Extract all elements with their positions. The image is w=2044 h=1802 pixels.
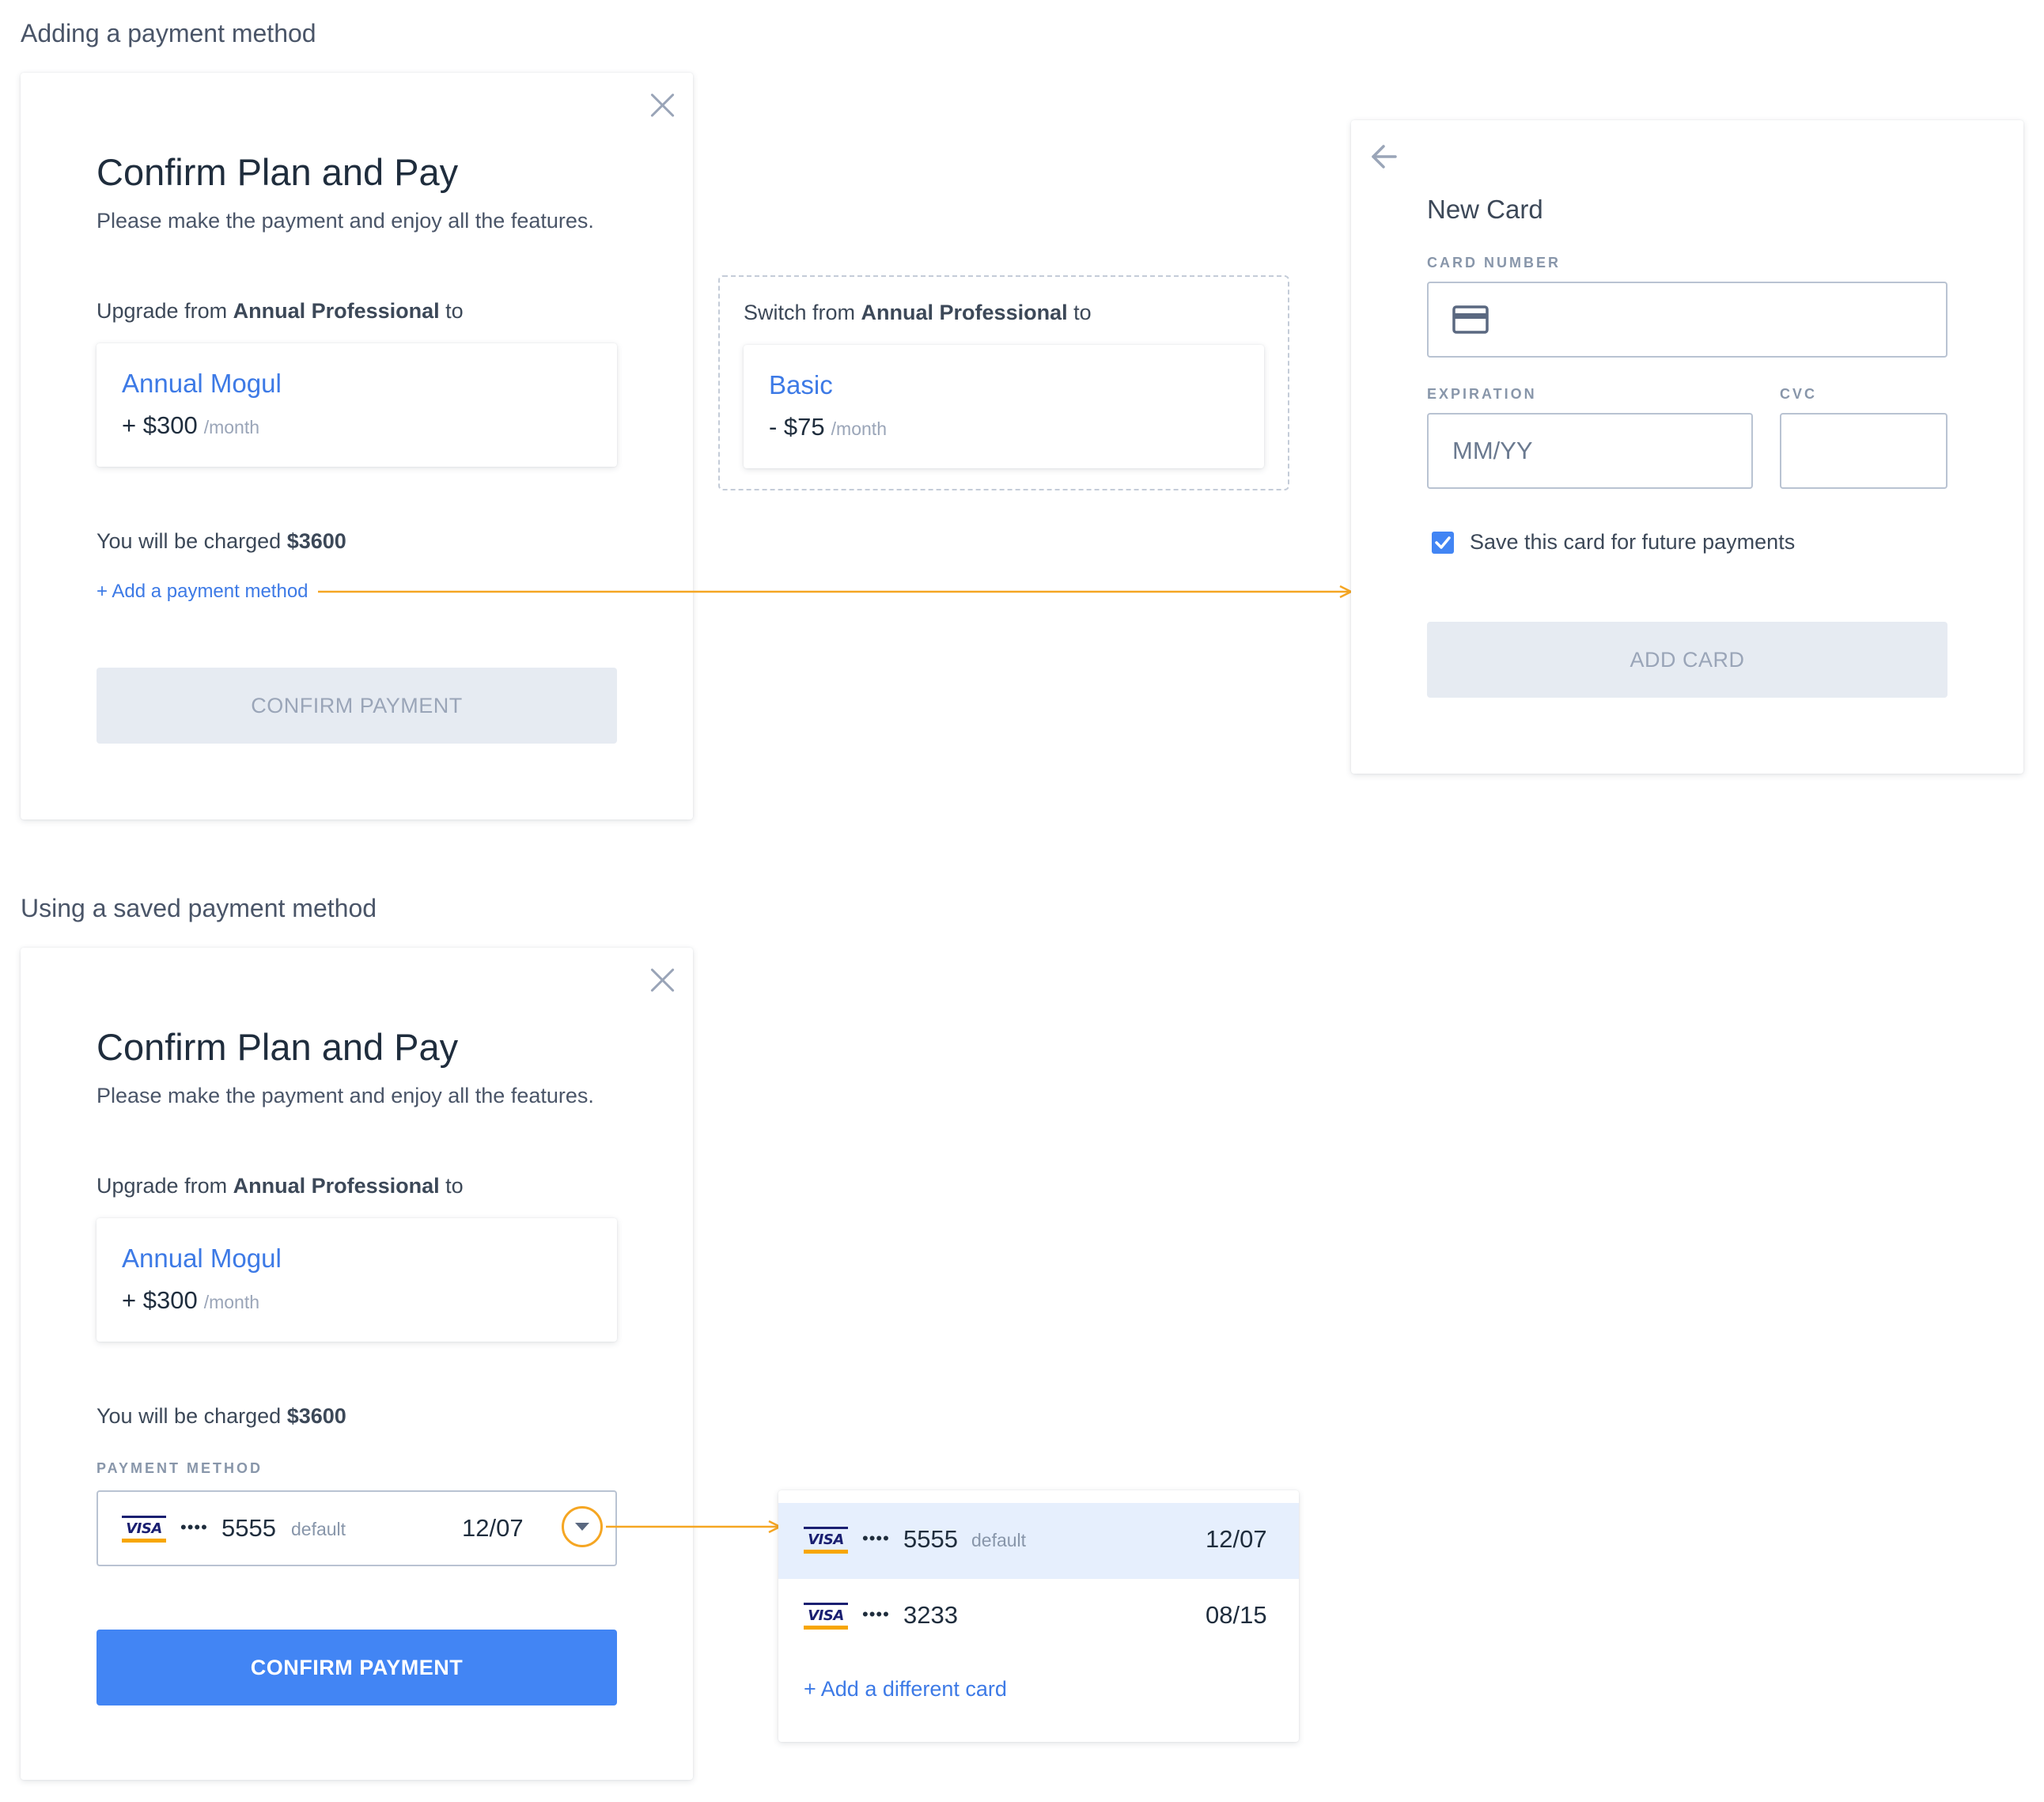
- card-last4: 5555: [903, 1525, 958, 1553]
- dropdown-toggle[interactable]: [562, 1506, 603, 1547]
- section-title-saved: Using a saved payment method: [21, 894, 377, 922]
- card-last4: 3233: [903, 1601, 958, 1629]
- charge-summary: You will be charged $3600: [97, 1404, 346, 1428]
- target-plan-card[interactable]: Annual Mogul + $300/month: [97, 343, 617, 467]
- flow-arrow-dropdown: [606, 1520, 782, 1534]
- card-mask-dots: ••••: [180, 1517, 208, 1537]
- plan-price: + $300/month: [122, 1286, 260, 1314]
- visa-icon: VISA: [122, 1516, 166, 1543]
- target-plan-card[interactable]: Annual Mogul + $300/month: [97, 1218, 617, 1342]
- saved-card-row[interactable]: VISA •••• 3233 08/15: [778, 1579, 1299, 1655]
- switch-plan-option: Switch from Annual Professional to Basic…: [718, 275, 1289, 490]
- plan-price: - $75/month: [769, 413, 887, 441]
- dialog-subtitle: Please make the payment and enjoy all th…: [97, 209, 594, 233]
- new-card-title: New Card: [1427, 195, 1543, 224]
- saved-card-row[interactable]: VISA •••• 5555 default 12/07: [778, 1503, 1299, 1579]
- card-last4: 5555: [221, 1514, 276, 1542]
- plan-name: Annual Mogul: [122, 369, 282, 398]
- back-arrow-icon[interactable]: [1368, 141, 1400, 172]
- basic-plan-card[interactable]: Basic - $75/month: [744, 345, 1264, 468]
- cvc-label: CVC: [1780, 386, 1818, 402]
- default-badge: default: [291, 1519, 346, 1539]
- checkmark-icon: [1435, 536, 1451, 549]
- add-different-card-link[interactable]: + Add a different card: [804, 1677, 1007, 1702]
- plan-name: Annual Mogul: [122, 1244, 282, 1273]
- dialog-title: Confirm Plan and Pay: [97, 1026, 459, 1068]
- payment-method-select[interactable]: VISA •••• 5555 default 12/07: [97, 1490, 617, 1566]
- card-expiration: 08/15: [1206, 1601, 1267, 1629]
- save-card-checkbox[interactable]: [1432, 532, 1454, 554]
- charge-summary: You will be charged $3600: [97, 529, 346, 553]
- confirm-payment-button-disabled[interactable]: CONFIRM PAYMENT: [97, 668, 617, 744]
- saved-cards-dropdown: VISA •••• 5555 default 12/07 VISA •••• 3…: [778, 1490, 1299, 1742]
- add-payment-method-link[interactable]: + Add a payment method: [97, 581, 308, 603]
- close-icon[interactable]: [649, 92, 676, 119]
- add-card-button[interactable]: ADD CARD: [1427, 622, 1947, 698]
- dialog-title: Confirm Plan and Pay: [97, 151, 459, 193]
- switch-label: Switch from Annual Professional to: [744, 301, 1092, 324]
- default-badge: default: [971, 1530, 1027, 1550]
- credit-card-icon: [1452, 305, 1489, 334]
- flow-arrow-add-card: [318, 585, 1353, 599]
- confirm-dialog-add: Confirm Plan and Pay Please make the pay…: [21, 73, 693, 820]
- dialog-subtitle: Please make the payment and enjoy all th…: [97, 1084, 594, 1107]
- expiration-input[interactable]: [1427, 413, 1753, 489]
- visa-icon: VISA: [804, 1527, 848, 1554]
- cvc-input[interactable]: [1780, 413, 1947, 489]
- card-number-input[interactable]: [1427, 282, 1947, 358]
- confirm-payment-button[interactable]: CONFIRM PAYMENT: [97, 1630, 617, 1705]
- payment-method-label: PAYMENT METHOD: [97, 1460, 263, 1476]
- section-title-adding: Adding a payment method: [21, 19, 316, 47]
- caret-down-icon: [575, 1523, 589, 1531]
- upgrade-label: Upgrade from Annual Professional to: [97, 299, 464, 323]
- close-icon[interactable]: [649, 967, 676, 994]
- card-mask-dots: ••••: [862, 1604, 890, 1624]
- confirm-dialog-saved: Confirm Plan and Pay Please make the pay…: [21, 948, 693, 1780]
- visa-icon: VISA: [804, 1603, 848, 1630]
- card-mask-dots: ••••: [862, 1528, 890, 1548]
- card-expiration: 12/07: [1206, 1525, 1267, 1553]
- plan-price: + $300/month: [122, 411, 260, 439]
- save-card-label[interactable]: Save this card for future payments: [1470, 530, 1795, 555]
- plan-name: Basic: [769, 370, 833, 399]
- card-expiration: 12/07: [462, 1514, 524, 1542]
- new-card-panel: New Card CARD NUMBER EXPIRATION CVC Save…: [1351, 120, 2023, 774]
- card-number-label: CARD NUMBER: [1427, 255, 1561, 271]
- expiration-label: EXPIRATION: [1427, 386, 1537, 402]
- upgrade-label: Upgrade from Annual Professional to: [97, 1174, 464, 1198]
